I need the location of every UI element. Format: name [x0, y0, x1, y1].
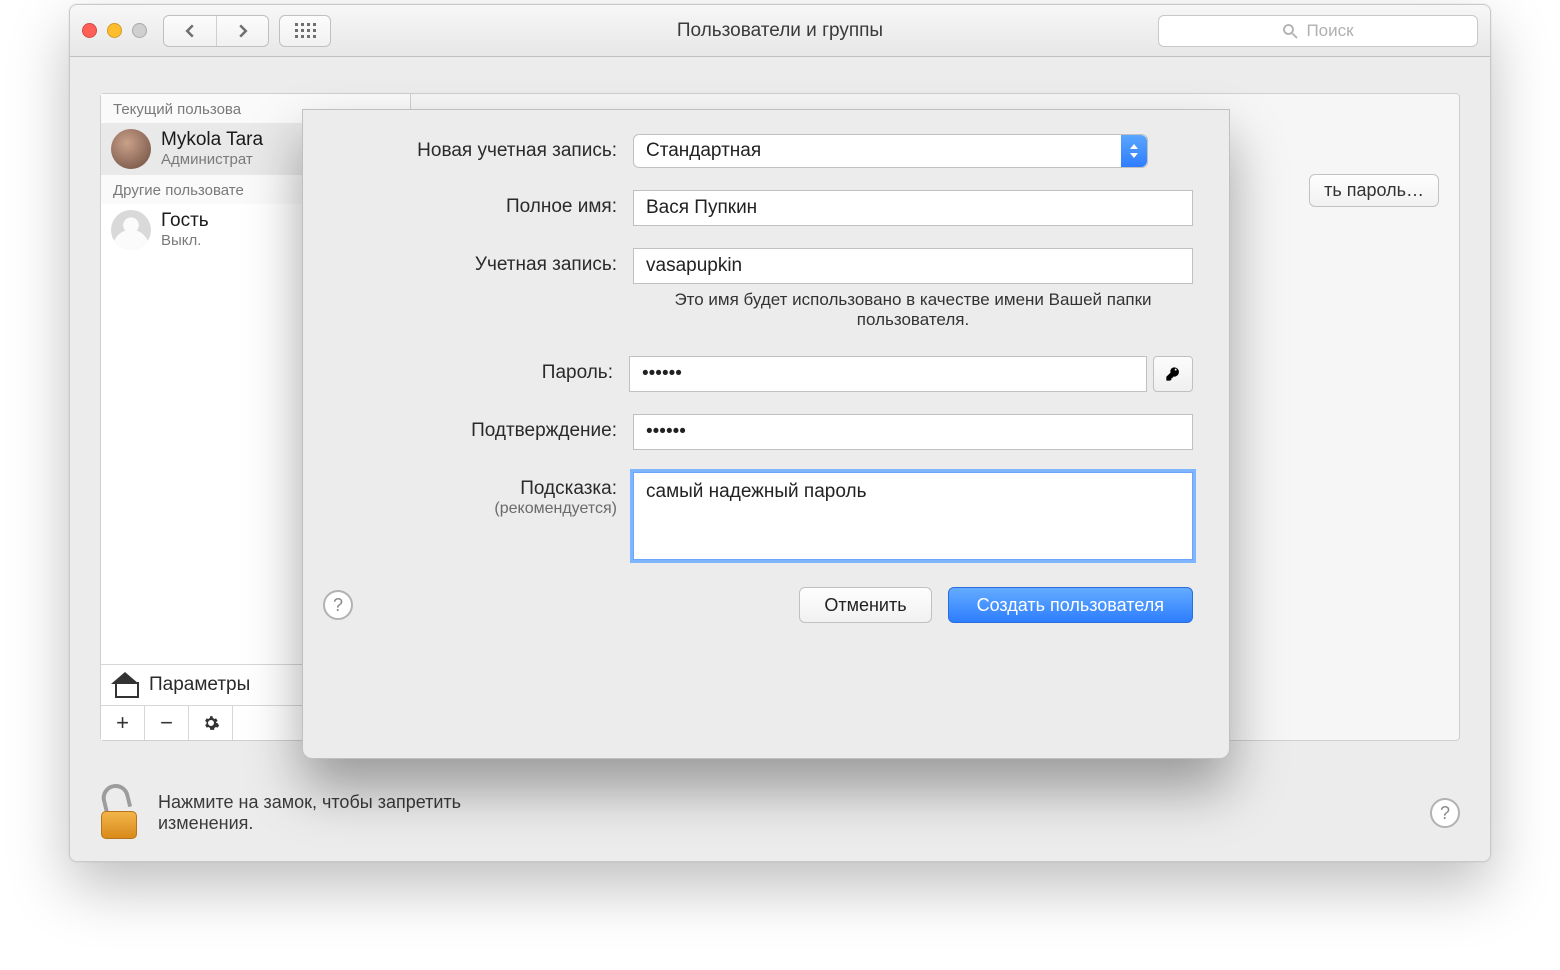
sidebar-guest-status: Выкл.: [161, 232, 209, 249]
sidebar-guest-name: Гость: [161, 211, 209, 232]
avatar: [111, 210, 151, 250]
login-options-label: Параметры: [149, 674, 250, 696]
account-name-hint: Это имя будет использовано в качестве им…: [633, 290, 1193, 330]
account-name-field[interactable]: [633, 248, 1193, 284]
sidebar-user-role: Администрат: [161, 151, 263, 168]
lock-row: Нажмите на замок, чтобы запретить измене…: [98, 787, 1460, 839]
search-icon: [1282, 23, 1298, 39]
password-field[interactable]: [629, 356, 1147, 392]
hint-label: Подсказка: (рекомендуется): [323, 472, 633, 518]
close-window-icon[interactable]: [82, 23, 97, 38]
avatar: [111, 129, 151, 169]
fullname-field[interactable]: [633, 190, 1193, 226]
grid-icon: [295, 23, 316, 38]
back-button[interactable]: [164, 16, 216, 46]
titlebar: Пользователи и группы Поиск: [70, 5, 1490, 57]
search-input[interactable]: Поиск: [1158, 15, 1478, 47]
password-label: Пароль:: [323, 356, 629, 384]
change-password-button[interactable]: ть пароль…: [1309, 174, 1439, 207]
search-placeholder: Поиск: [1306, 21, 1353, 41]
show-all-button[interactable]: [279, 15, 331, 47]
password-assistant-button[interactable]: [1153, 356, 1193, 392]
key-icon: [1165, 364, 1181, 384]
lock-text: Нажмите на замок, чтобы запретить измене…: [158, 792, 461, 834]
account-type-select[interactable]: Стандартная: [633, 134, 1148, 168]
create-user-button[interactable]: Создать пользователя: [948, 587, 1193, 623]
add-user-button[interactable]: +: [101, 706, 145, 740]
new-account-type-label: Новая учетная запись:: [323, 134, 633, 162]
lock-text-line1: Нажмите на замок, чтобы запретить: [158, 792, 461, 813]
forward-button[interactable]: [216, 16, 268, 46]
new-user-sheet: Новая учетная запись: Стандартная Полное…: [302, 109, 1230, 759]
preferences-window: Пользователи и группы Поиск Текущий поль…: [69, 4, 1491, 862]
cancel-button[interactable]: Отменить: [799, 587, 931, 623]
window-controls: [82, 23, 147, 38]
lock-text-line2: изменения.: [158, 813, 461, 834]
password-hint-field[interactable]: [633, 472, 1193, 560]
remove-user-button[interactable]: −: [145, 706, 189, 740]
account-name-label: Учетная запись:: [323, 248, 633, 276]
house-icon: [111, 672, 139, 698]
confirm-password-field[interactable]: [633, 414, 1193, 450]
stepper-icon: [1121, 135, 1147, 167]
zoom-window-icon[interactable]: [132, 23, 147, 38]
sheet-footer: ? Отменить Создать пользователя: [323, 587, 1193, 623]
help-button[interactable]: ?: [1430, 798, 1460, 828]
window-body: Текущий пользова Mykola Tara Администрат…: [70, 57, 1490, 861]
gear-icon: [202, 714, 220, 732]
nav-segmented: [163, 15, 269, 47]
account-type-value: Стандартная: [646, 140, 761, 162]
hint-label-sub: (рекомендуется): [323, 500, 617, 518]
user-actions-button[interactable]: [189, 706, 233, 740]
unlocked-padlock-icon[interactable]: [98, 787, 140, 839]
fullname-label: Полное имя:: [323, 190, 633, 218]
sheet-help-button[interactable]: ?: [323, 590, 353, 620]
minimize-window-icon[interactable]: [107, 23, 122, 38]
sidebar-user-name: Mykola Tara: [161, 130, 263, 151]
confirm-label: Подтверждение:: [323, 414, 633, 442]
hint-label-text: Подсказка:: [520, 478, 617, 499]
